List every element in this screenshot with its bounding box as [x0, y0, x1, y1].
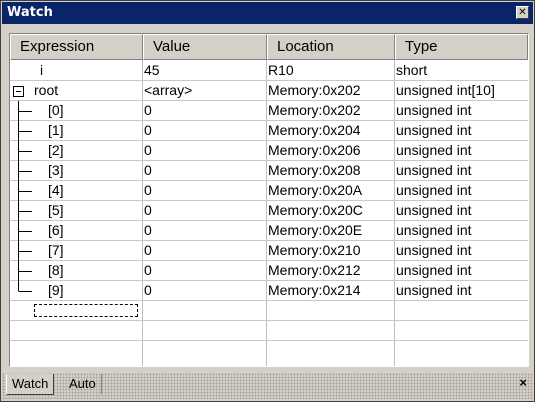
cell-location: Memory:0x20A: [268, 182, 363, 198]
close-icon[interactable]: ×: [519, 375, 527, 390]
cell-location: Memory:0x202: [268, 82, 361, 98]
tree-branch-icon: [18, 201, 32, 221]
cell-expression: [1]: [48, 122, 64, 138]
table-row[interactable]: [2] 0 Memory:0x206 unsigned int: [10, 141, 528, 161]
tree-branch-icon: [18, 101, 32, 121]
table-row[interactable]: root <array> Memory:0x202 unsigned int[10]: [10, 81, 528, 101]
cell-type: unsigned int: [396, 122, 472, 138]
watch-grid: Expression Value Location Type i 45 R10 sho…: [9, 33, 529, 367]
table-row[interactable]: [8] 0 Memory:0x212 unsigned int: [10, 261, 528, 281]
tree-branch-icon: [18, 261, 32, 281]
empty-row: [10, 321, 528, 341]
cell-expression: [6]: [48, 222, 64, 238]
header-value[interactable]: Value: [143, 34, 267, 60]
cell-location: Memory:0x210: [268, 242, 361, 258]
cell-expression: root: [34, 82, 59, 98]
tree-branch-icon: [18, 221, 32, 241]
cell-type: unsigned int[10]: [396, 82, 495, 98]
table-row[interactable]: [6] 0 Memory:0x20E unsigned int: [10, 221, 528, 241]
cell-location: Memory:0x20C: [268, 202, 363, 218]
title-bar[interactable]: Watch ✕: [2, 2, 533, 24]
cell-type: unsigned int: [396, 142, 472, 158]
cell-value: 45: [144, 62, 160, 78]
tab-auto[interactable]: Auto: [64, 374, 102, 394]
cell-location: Memory:0x206: [268, 142, 361, 158]
cell-location: Memory:0x204: [268, 122, 361, 138]
cell-expression: [9]: [48, 282, 64, 298]
cell-location: Memory:0x20E: [268, 222, 363, 238]
table-row[interactable]: [5] 0 Memory:0x20C unsigned int: [10, 201, 528, 221]
header-type[interactable]: Type: [395, 34, 528, 60]
cell-expression: i: [40, 62, 44, 78]
cell-type: unsigned int: [396, 262, 472, 278]
new-expression-row[interactable]: [10, 301, 528, 321]
cell-value: 0: [144, 202, 152, 218]
cell-type: unsigned int: [396, 242, 472, 258]
cell-type: unsigned int: [396, 202, 472, 218]
tree-branch-icon: [18, 121, 32, 141]
cell-expression: [5]: [48, 202, 64, 218]
tree-branch-icon: [18, 141, 32, 161]
cell-value: 0: [144, 282, 152, 298]
tab-bar: Watch Auto ×: [2, 373, 533, 399]
header-location[interactable]: Location: [267, 34, 395, 60]
tree-branch-icon: [18, 181, 32, 201]
table-row[interactable]: [7] 0 Memory:0x210 unsigned int: [10, 241, 528, 261]
cell-value: 0: [144, 122, 152, 138]
cell-expression: [3]: [48, 162, 64, 178]
header-expression[interactable]: Expression: [10, 34, 143, 60]
table-row[interactable]: [3] 0 Memory:0x208 unsigned int: [10, 161, 528, 181]
table-row[interactable]: [0] 0 Memory:0x202 unsigned int: [10, 101, 528, 121]
table-row[interactable]: [4] 0 Memory:0x20A unsigned int: [10, 181, 528, 201]
cell-type: unsigned int: [396, 102, 472, 118]
cell-value: 0: [144, 242, 152, 258]
cell-expression: [7]: [48, 242, 64, 258]
cell-expression: [0]: [48, 102, 64, 118]
tree-spacer: [10, 61, 50, 81]
cell-value: 0: [144, 182, 152, 198]
cell-expression: [2]: [48, 142, 64, 158]
table-row[interactable]: [1] 0 Memory:0x204 unsigned int: [10, 121, 528, 141]
cell-type: unsigned int: [396, 162, 472, 178]
cell-value: 0: [144, 142, 152, 158]
tree-branch-icon: [18, 161, 32, 181]
cell-type: short: [396, 62, 428, 78]
cell-type: unsigned int: [396, 182, 472, 198]
window-title: Watch: [7, 5, 53, 20]
cell-value: 0: [144, 102, 152, 118]
table-row[interactable]: [9] 0 Memory:0x214 unsigned int: [10, 281, 528, 301]
column-header: Expression Value Location Type: [10, 34, 528, 60]
table-row[interactable]: i 45 R10 short: [10, 61, 528, 81]
cell-value: <array>: [144, 82, 193, 98]
cell-value: 0: [144, 262, 152, 278]
cell-location: R10: [268, 62, 294, 78]
cell-type: unsigned int: [396, 282, 472, 298]
new-expression-input[interactable]: [34, 304, 138, 317]
close-icon: ✕: [518, 6, 527, 18]
watch-window: Watch ✕ Expression Value Location Type i…: [0, 0, 535, 402]
cell-location: Memory:0x202: [268, 102, 361, 118]
cell-expression: [4]: [48, 182, 64, 198]
tree-branch-icon: [18, 241, 32, 261]
cell-type: unsigned int: [396, 222, 472, 238]
cell-expression: [8]: [48, 262, 64, 278]
close-button[interactable]: ✕: [516, 6, 529, 19]
cell-location: Memory:0x208: [268, 162, 361, 178]
cell-value: 0: [144, 162, 152, 178]
cell-value: 0: [144, 222, 152, 238]
cell-location: Memory:0x214: [268, 282, 361, 298]
tree-branch-icon: [18, 281, 32, 292]
tab-watch[interactable]: Watch: [6, 374, 55, 395]
cell-location: Memory:0x212: [268, 262, 361, 278]
